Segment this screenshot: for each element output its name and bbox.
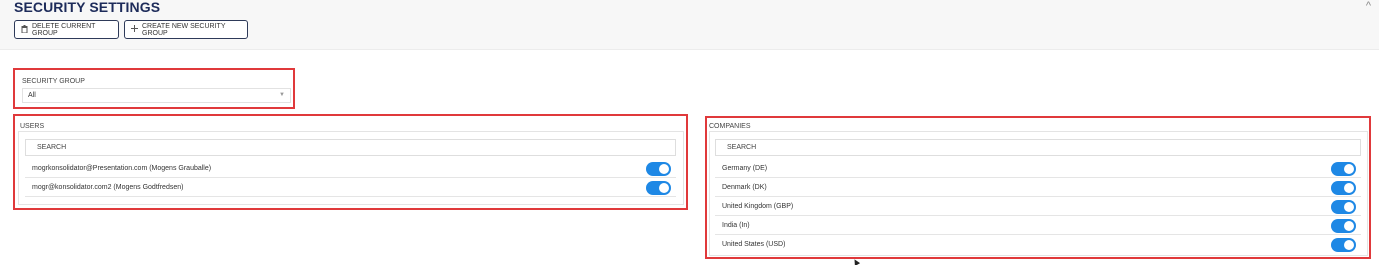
create-group-label: CREATE NEW SECURITY GROUP [142, 22, 226, 37]
highlight-box [13, 114, 688, 210]
highlight-box [705, 116, 1371, 259]
plus-icon [131, 25, 138, 34]
delete-group-label: DELETE CURRENT GROUP [32, 22, 96, 37]
highlight-box [13, 68, 295, 109]
collapse-icon[interactable]: ^ [1366, 0, 1371, 12]
trash-icon [21, 24, 28, 35]
create-group-button[interactable]: CREATE NEW SECURITY GROUP [124, 20, 248, 39]
page-header: SECURITY SETTINGS ^ DELETE CURRENT GROUP… [0, 0, 1379, 50]
page-title: SECURITY SETTINGS [14, 0, 161, 15]
delete-group-button[interactable]: DELETE CURRENT GROUP [14, 20, 119, 39]
